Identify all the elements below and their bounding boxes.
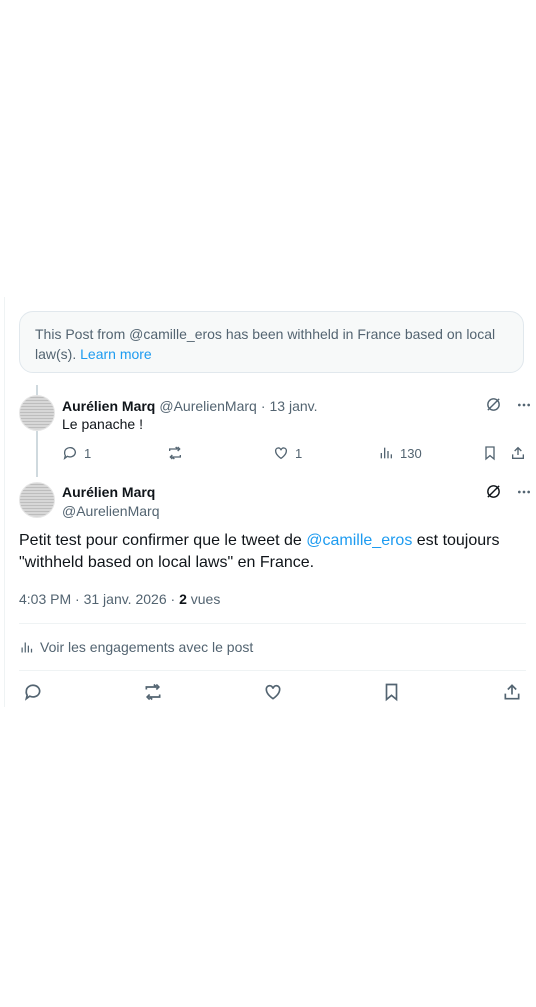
avatar[interactable] xyxy=(19,395,55,431)
reply-author-handle[interactable]: @AurelienMarq xyxy=(159,398,256,414)
reply-author-name[interactable]: Aurélien Marq xyxy=(62,398,155,414)
reply-header-actions xyxy=(485,396,532,413)
post-engagements-link[interactable]: Voir les engagements avec le post xyxy=(19,639,253,655)
engagements-label: Voir les engagements avec le post xyxy=(40,639,254,655)
like-count: 1 xyxy=(295,445,303,461)
grok-icon[interactable] xyxy=(485,483,502,500)
heart-icon xyxy=(273,445,289,461)
post-like-button[interactable] xyxy=(263,682,283,702)
reply-bookmark-button[interactable] xyxy=(483,445,497,461)
reply-reply-button[interactable]: 1 xyxy=(62,445,91,461)
views-count: 130 xyxy=(400,445,422,461)
heart-icon xyxy=(263,682,283,702)
post-repost-button[interactable] xyxy=(142,682,164,702)
more-options-icon[interactable] xyxy=(516,484,532,500)
learn-more-link[interactable]: Learn more xyxy=(80,346,152,362)
withheld-notice: This Post from @camille_eros has been wi… xyxy=(19,311,524,373)
reply-date[interactable]: 13 janv. xyxy=(270,398,318,414)
post-author-name: Aurélien Marq xyxy=(62,484,156,500)
comment-icon xyxy=(62,445,78,461)
post-author-handle[interactable]: @AurelienMarq xyxy=(62,503,159,519)
divider xyxy=(19,670,526,671)
grok-icon[interactable] xyxy=(485,396,502,413)
views-chart-icon xyxy=(378,445,394,461)
reply-share-button[interactable] xyxy=(510,445,526,461)
post-timestamp: 4:03 PM · 31 janv. 2026 · 2 vues xyxy=(19,591,220,607)
share-icon xyxy=(510,445,526,461)
reply-count: 1 xyxy=(84,445,92,461)
post-views-label: vues xyxy=(186,591,221,607)
reply-header: Aurélien Marq @AurelienMarq · 13 janv. xyxy=(62,397,318,415)
repost-icon xyxy=(166,445,184,461)
post-share-button[interactable] xyxy=(502,682,522,702)
post-time[interactable]: 4:03 PM · 31 janv. 2026 · xyxy=(19,591,179,607)
repost-icon xyxy=(142,682,164,702)
avatar[interactable] xyxy=(19,482,55,518)
divider xyxy=(19,623,526,624)
mention-link[interactable]: @camille_eros xyxy=(306,532,412,549)
post-reply-button[interactable] xyxy=(23,682,43,702)
comment-icon xyxy=(23,682,43,702)
post-text: Petit test pour confirmer que le tweet d… xyxy=(19,532,500,571)
post-views-count: 2 xyxy=(179,591,187,607)
share-icon xyxy=(502,682,522,702)
reply-views-button[interactable]: 130 xyxy=(378,445,422,461)
reply-repost-button[interactable] xyxy=(166,445,184,461)
reply-separator: · xyxy=(260,398,266,414)
more-options-icon[interactable] xyxy=(516,397,532,413)
bookmark-icon xyxy=(383,682,400,702)
analytics-icon xyxy=(19,640,34,655)
post-header-actions xyxy=(485,483,532,500)
post-bookmark-button[interactable] xyxy=(383,682,400,702)
reply-text: Le panache ! xyxy=(62,416,143,432)
bookmark-icon xyxy=(483,445,497,461)
reply-like-button[interactable]: 1 xyxy=(273,445,302,461)
